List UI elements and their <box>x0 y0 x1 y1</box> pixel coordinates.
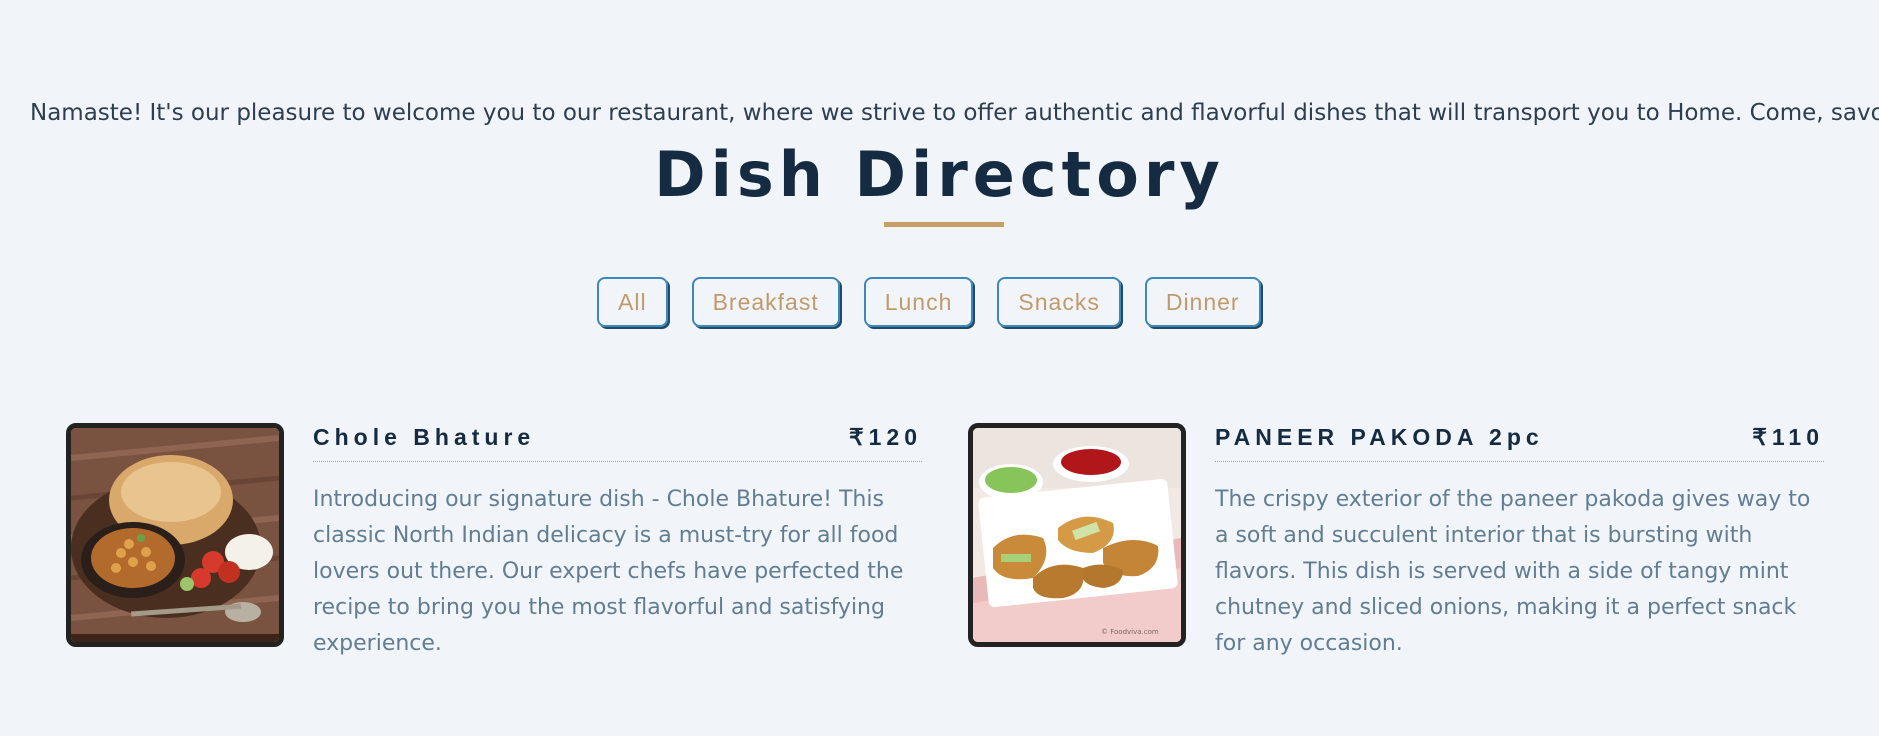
dish-name: Chole Bhature <box>313 423 536 450</box>
filter-dinner-button[interactable]: Dinner <box>1144 277 1261 327</box>
dish-description: The crispy exterior of the paneer pakoda… <box>1215 487 1811 656</box>
dish-description: Introducing our signature dish - Chole B… <box>313 487 904 656</box>
page: Namaste! It's our pleasure to welcome yo… <box>0 0 1879 736</box>
filter-lunch-button[interactable]: Lunch <box>863 277 974 327</box>
dish-card-paneer-pakoda: © Foodviva.com PANEER PAKODA 2pc ₹110 Th… <box>968 423 1824 663</box>
filter-breakfast-button[interactable]: Breakfast <box>691 277 840 327</box>
dish-price: ₹120 <box>848 423 922 450</box>
welcome-marquee: Namaste! It's our pleasure to welcome yo… <box>30 100 1879 126</box>
chole-bhature-photo <box>66 423 284 647</box>
title-underline <box>884 222 1004 227</box>
dish-details: Chole Bhature ₹120 Introducing our signa… <box>313 423 922 662</box>
dish-price: ₹110 <box>1752 423 1824 450</box>
page-title: Dish Directory <box>654 138 1225 211</box>
svg-text:© Foodviva.com: © Foodviva.com <box>1101 628 1159 636</box>
dish-header: PANEER PAKODA 2pc ₹110 <box>1215 423 1824 462</box>
filter-bar: All Breakfast Lunch Snacks Dinner <box>597 277 1261 327</box>
filter-snacks-button[interactable]: Snacks <box>997 277 1121 327</box>
dish-card-chole-bhature: Chole Bhature ₹120 Introducing our signa… <box>66 423 922 663</box>
dish-name: PANEER PAKODA 2pc <box>1215 423 1544 450</box>
dish-header: Chole Bhature ₹120 <box>313 423 922 462</box>
filter-all-button[interactable]: All <box>597 277 668 327</box>
paneer-pakoda-photo: © Foodviva.com <box>968 423 1186 647</box>
dish-details: PANEER PAKODA 2pc ₹110 The crispy exteri… <box>1215 423 1824 662</box>
